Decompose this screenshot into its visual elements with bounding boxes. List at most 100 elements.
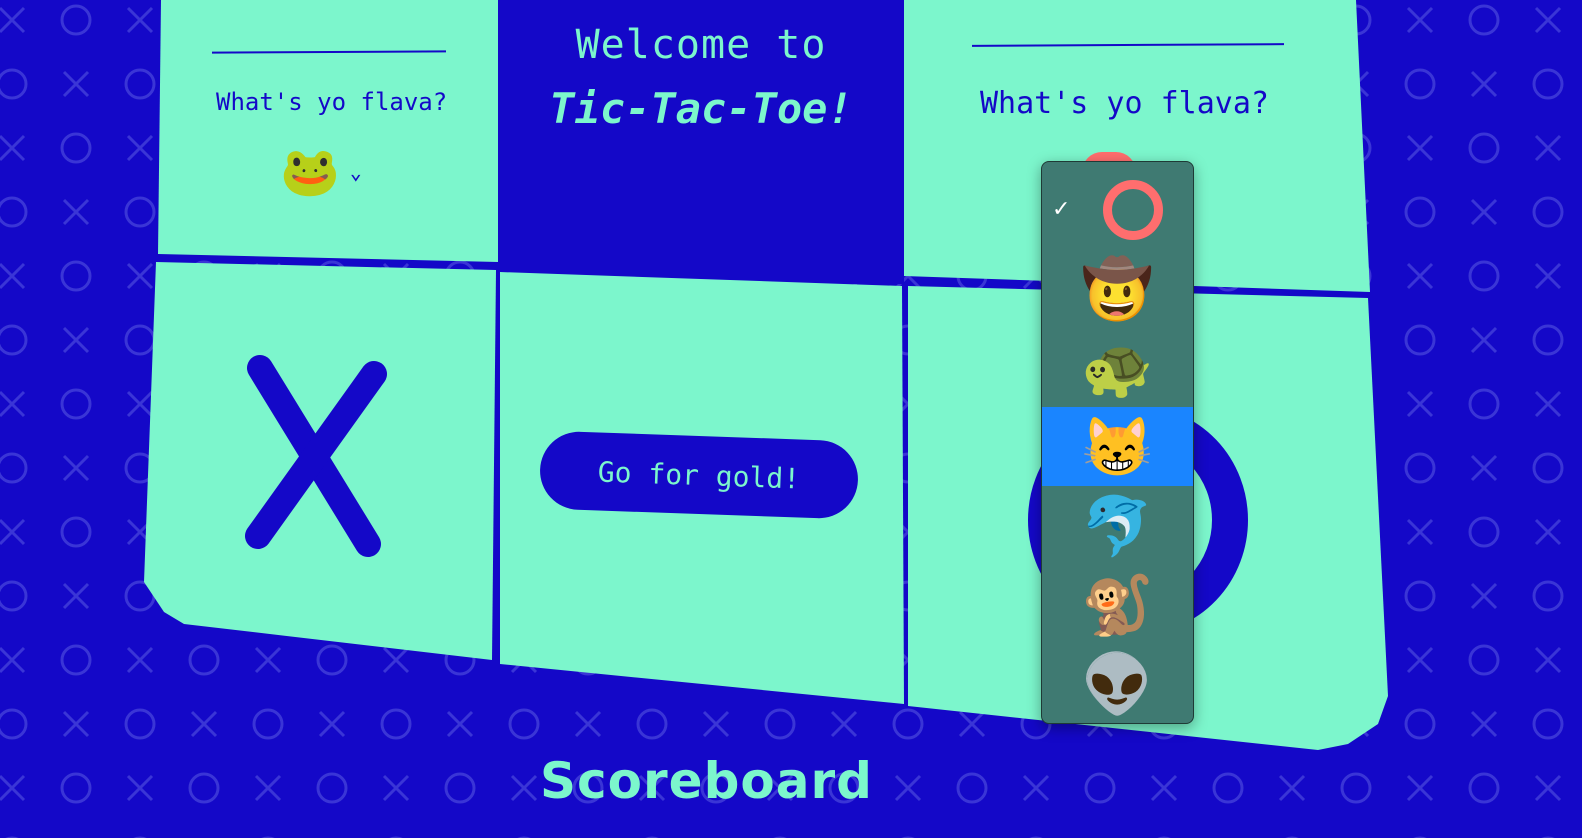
pattern-o (60, 388, 92, 420)
dropdown-option-cat[interactable]: 😸 (1042, 407, 1193, 486)
pattern-o (1468, 260, 1500, 292)
pattern-o (60, 132, 92, 164)
pattern-x (702, 710, 730, 738)
pattern-o (0, 580, 28, 612)
dropdown-option-turtle[interactable]: 🐢 (1042, 328, 1193, 407)
pattern-x (126, 134, 154, 162)
pattern-x (894, 774, 922, 802)
pattern-x (1534, 518, 1562, 546)
pattern-x (126, 774, 154, 802)
frog-icon: 🐸 (280, 144, 340, 200)
pattern-o (956, 772, 988, 804)
pattern-x (62, 582, 90, 610)
pattern-x (1022, 774, 1050, 802)
pattern-x (1470, 326, 1498, 354)
pattern-o (188, 644, 220, 676)
cowboy-face-icon: 🤠 (1081, 254, 1154, 323)
pattern-x (1278, 774, 1306, 802)
pattern-o (60, 516, 92, 548)
pattern-o (0, 708, 28, 740)
red-circle-icon (1102, 179, 1163, 240)
pattern-o (1532, 196, 1564, 228)
pattern-o (124, 196, 156, 228)
pattern-x (1406, 390, 1434, 418)
pattern-x (1406, 518, 1434, 546)
pattern-x (62, 454, 90, 482)
dropdown-option-cowboy[interactable]: 🤠 (1042, 249, 1193, 328)
pattern-x (1534, 262, 1562, 290)
pattern-x (1534, 646, 1562, 674)
go-for-gold-button[interactable]: Go for gold! (538, 430, 860, 520)
pattern-o (0, 324, 28, 356)
pattern-o (1532, 708, 1564, 740)
pattern-o (1404, 324, 1436, 356)
pattern-o (1468, 132, 1500, 164)
pattern-o (1468, 388, 1500, 420)
pattern-x (574, 710, 602, 738)
grinning-cat-icon: 😸 (1081, 412, 1154, 481)
pattern-x (1406, 774, 1434, 802)
dropdown-option-ring[interactable]: ✓ (1042, 170, 1193, 249)
pattern-x (1406, 6, 1434, 34)
alien-icon: 👽 (1081, 649, 1154, 718)
pattern-x (126, 262, 154, 290)
pattern-o (1404, 708, 1436, 740)
pattern-x (0, 390, 26, 418)
pattern-x (1534, 6, 1562, 34)
pattern-x (1470, 70, 1498, 98)
dropdown-option-dolphin[interactable]: 🐬 (1042, 486, 1193, 565)
pattern-x (0, 6, 26, 34)
player-two-label: What's yo flava? (980, 86, 1269, 121)
pattern-o (1340, 772, 1372, 804)
dropdown-option-alien[interactable]: 👽 (1042, 644, 1193, 723)
pattern-x (254, 774, 282, 802)
monkey-icon: 🐒 (1081, 570, 1154, 639)
dolphin-icon: 🐬 (1081, 491, 1154, 560)
pattern-o (892, 708, 924, 740)
pattern-o (0, 196, 28, 228)
pattern-x (1406, 646, 1434, 674)
scoreboard-title: Scoreboard (540, 752, 873, 810)
x-mark-icon (245, 355, 387, 557)
pattern-o (0, 68, 28, 100)
pattern-o (60, 772, 92, 804)
pattern-o (316, 772, 348, 804)
pattern-o (1532, 580, 1564, 612)
pattern-x (1470, 582, 1498, 610)
pattern-x (1534, 390, 1562, 418)
pattern-o (1404, 452, 1436, 484)
pattern-x (830, 710, 858, 738)
pattern-x (382, 774, 410, 802)
dropdown-option-monkey[interactable]: 🐒 (1042, 565, 1193, 644)
pattern-x (1534, 774, 1562, 802)
pattern-o (316, 644, 348, 676)
pattern-o (1084, 772, 1116, 804)
pattern-x (1150, 774, 1178, 802)
checkmark-icon: ✓ (1052, 197, 1071, 222)
pattern-x (126, 390, 154, 418)
pattern-x (62, 326, 90, 354)
welcome-text: Welcome to (575, 22, 827, 68)
pattern-o (60, 644, 92, 676)
pattern-x (510, 774, 538, 802)
pattern-o (188, 772, 220, 804)
pattern-o (1468, 772, 1500, 804)
pattern-x (1470, 454, 1498, 482)
pattern-x (0, 518, 26, 546)
chevron-down-icon: ⌄ (349, 160, 362, 184)
pattern-o (508, 708, 540, 740)
pattern-x (190, 710, 218, 738)
pattern-o (1404, 68, 1436, 100)
pattern-o (60, 260, 92, 292)
pattern-o (636, 708, 668, 740)
turtle-icon: 🐢 (1081, 333, 1154, 402)
player-one-panel (158, 0, 498, 262)
page-title: Tic-Tac-Toe! (549, 84, 853, 133)
pattern-x (62, 710, 90, 738)
emoji-dropdown-menu[interactable]: ✓ 🤠 🐢 😸 🐬 🐒 👽 (1041, 161, 1194, 724)
pattern-o (1532, 68, 1564, 100)
pattern-o (124, 68, 156, 100)
player-one-emoji-select[interactable]: 🐸 ⌄ (280, 148, 362, 196)
player-one-label: What's yo flava? (216, 88, 448, 116)
pattern-o (124, 324, 156, 356)
